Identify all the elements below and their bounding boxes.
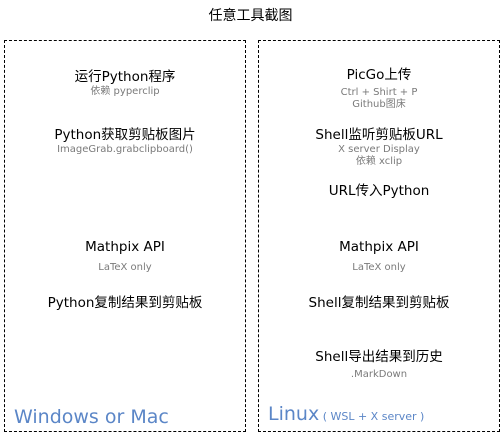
diagram-title: 任意工具截图 — [208, 8, 293, 24]
step-mathpix-api: Mathpix API LaTeX only — [259, 239, 499, 274]
linux-panel: PicGo上传 Ctrl + Shirt + P Github图床 Shell监… — [258, 40, 500, 432]
step-label: Python复制结果到剪贴板 — [47, 295, 203, 311]
platform-label-linux: Linux ( WSL + X server ) — [268, 402, 424, 429]
platform-label-suffix: ( WSL + X server ) — [319, 410, 425, 423]
step-note: Github图床 — [352, 99, 406, 110]
step-note: X server Display — [338, 144, 420, 155]
step-label: Python获取剪贴板图片 — [54, 127, 196, 143]
step-run-python: 运行Python程序 依赖 pyperclip — [5, 69, 245, 98]
step-note: LaTeX only — [352, 262, 406, 273]
step-note: 依赖 pyperclip — [90, 86, 160, 97]
step-label: Shell导出结果到历史 — [315, 349, 443, 365]
step-label: Shell复制结果到剪贴板 — [308, 295, 450, 311]
step-note: .MarkDown — [350, 369, 408, 380]
step-python-copy-result: Python复制结果到剪贴板 — [5, 295, 245, 312]
step-label: PicGo上传 — [346, 67, 412, 83]
step-label: 运行Python程序 — [74, 69, 176, 85]
step-label: Shell监听剪贴板URL — [315, 127, 443, 143]
step-shell-export-history: Shell导出结果到历史 .MarkDown — [259, 349, 499, 381]
windows-mac-panel: 运行Python程序 依赖 pyperclip Python获取剪贴板图片 Im… — [4, 40, 246, 432]
step-note: LaTeX only — [98, 262, 152, 273]
step-url-to-python: URL传入Python — [259, 183, 499, 200]
platform-label-windows-mac: Windows or Mac — [14, 406, 169, 428]
step-shell-copy-result: Shell复制结果到剪贴板 — [259, 295, 499, 312]
step-label: Mathpix API — [339, 239, 419, 255]
step-note: ImageGrab.grabclipboard() — [57, 144, 193, 155]
step-note: 依赖 xclip — [355, 156, 403, 167]
step-shell-listen-clipboard: Shell监听剪贴板URL X server Display 依赖 xclip — [259, 127, 499, 168]
step-label: URL传入Python — [328, 183, 430, 199]
step-picgo-upload: PicGo上传 Ctrl + Shirt + P Github图床 — [259, 67, 499, 111]
step-label: Mathpix API — [85, 239, 165, 255]
platform-label-main: Linux — [268, 403, 320, 425]
step-python-get-clipboard-image: Python获取剪贴板图片 ImageGrab.grabclipboard() — [5, 127, 245, 156]
step-note: Ctrl + Shirt + P — [340, 87, 418, 98]
step-mathpix-api: Mathpix API LaTeX only — [5, 239, 245, 274]
